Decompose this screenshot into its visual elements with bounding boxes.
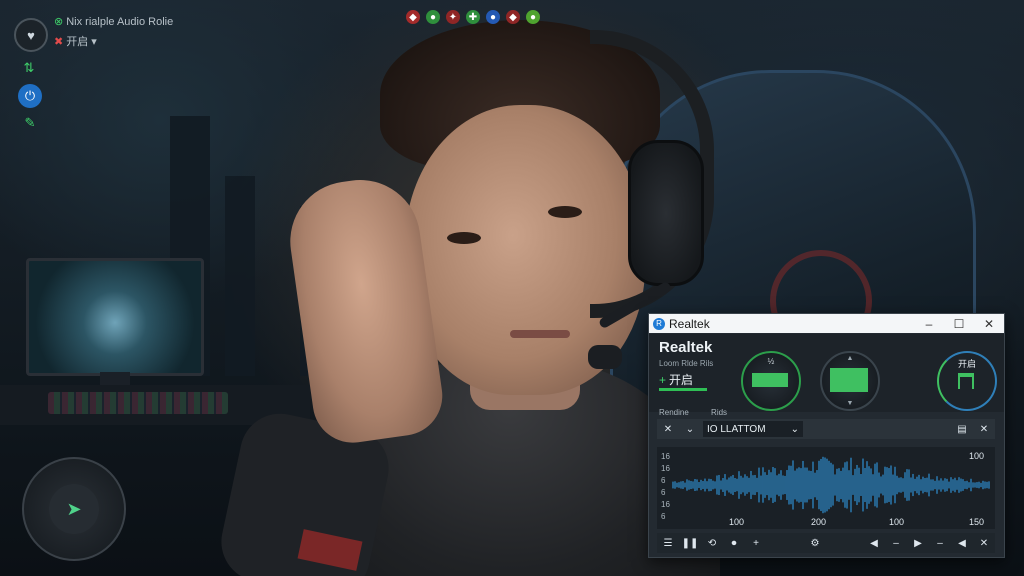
tab-strip: Rendine Rids [659,408,747,417]
headset-ear-cup [628,140,704,286]
realtek-window: R Realtek – ☐ ✕ Realtek Loom Rlde Rils +… [648,313,1005,558]
subtitle-label: Loom Rlde Rils [659,359,714,368]
waveform-axis-label: 16 [661,500,670,509]
waveform-axis-label: 6 [661,512,666,521]
monitor-screen [26,258,204,376]
playback-controls: ☰ ❚❚ ⟲ ⏺ + ⚙ ◀ – ▶ – ◀ ✕ [657,533,995,553]
waveform-axis-label: 6 [661,476,666,485]
pause-icon[interactable]: ❚❚ [679,538,701,549]
minus-icon[interactable]: – [885,538,907,549]
toggle-label: 开启 [669,373,694,387]
headset-mic [588,345,622,369]
enable-toggle[interactable]: + 开启 [659,371,693,388]
speaker-icon[interactable]: ◀ [863,538,885,549]
plus-icon: + [659,373,667,387]
close-icon[interactable]: ✕ [973,424,995,435]
volume-knob-fill [752,373,788,387]
hud-status: 开启 [66,36,89,48]
city-tower [225,176,255,376]
settings-icon[interactable]: ⚙ [804,538,826,549]
gain-knob-fill [830,368,868,392]
chevron-up-icon: ▲ [846,355,854,362]
waveform-panel: 16 16 6 6 16 6 100 100 200 100 150 [657,447,995,529]
record-icon[interactable]: ⏺ [723,538,745,549]
gain-knob[interactable]: ▲ ▼ [820,351,880,411]
waveform-x-label: 100 [729,517,744,527]
status-dot-icon: ⊗ [54,16,64,28]
leaf-icon[interactable]: ● [526,10,540,24]
person-eye [548,206,582,218]
minus-icon[interactable]: – [929,538,951,549]
brand-label: Realtek [659,339,713,356]
waveform-max-label: 100 [969,451,984,461]
flag-icon: ✖ [54,36,64,48]
enable-dial-label: 开启 [957,359,976,369]
minimize-button[interactable]: – [914,317,944,331]
enable-dial[interactable]: 开启 [937,351,997,411]
person-mouth [510,330,570,338]
close-button[interactable]: ✕ [974,317,1004,331]
chevron-down-icon: ▼ [846,400,854,407]
loop-icon[interactable]: ⟲ [701,538,723,549]
menu-icon[interactable]: ☰ [657,538,679,549]
waveform-axis-label: 16 [661,452,670,461]
waveform-x-label: 100 [889,517,904,527]
waveform-x-label: 200 [811,517,826,527]
hud-header: ⊗ Nix rialple Audio Rolie ✖ 开启 ▾ [54,16,174,48]
hud-title: Nix rialple Audio Rolie [66,16,174,28]
device-dropdown-value: IO LLATTOM [707,423,766,435]
orb-icon[interactable]: ● [486,10,500,24]
realtek-logo-icon: R [653,317,665,330]
star-icon[interactable]: ✦ [446,10,460,24]
window-titlebar: R Realtek – ☐ ✕ [649,314,1004,333]
wrench-icon[interactable]: ✎ [20,113,40,133]
volume-icon[interactable]: ◀ [951,538,973,549]
list-icon[interactable]: ▤ [951,424,973,435]
chevron-down-icon: ⌄ [790,423,799,435]
person-eye [447,232,481,244]
waveform-axis-label: 6 [661,488,666,497]
play-icon[interactable]: ▶ [907,538,929,549]
volume-knob[interactable]: ½ [741,351,801,411]
mute-icon[interactable]: ✕ [973,538,995,549]
tab-rids[interactable]: Rids [711,408,727,417]
waveform-chart: 16 16 6 6 16 6 100 100 200 100 150 [661,451,990,527]
plus-icon[interactable]: ✚ [466,10,480,24]
controls-panel: Realtek Loom Rlde Rils + 开启 ½ ▲ ▼ 开启 [649,334,1004,412]
keyboard [48,392,228,414]
volume-knob-label: ½ [767,357,775,366]
close-icon[interactable]: ✕ [657,424,679,435]
power-icon[interactable]: ⏻ [18,84,42,108]
tab-rendine[interactable]: Rendine [659,408,689,417]
plus-icon[interactable]: + [745,538,767,549]
window-title: Realtek [669,316,710,331]
top-icon-bar: ◆ ● ✦ ✚ ● ◆ ● [406,10,540,24]
shield-icon[interactable]: ◆ [406,10,420,24]
heart-icon[interactable]: ♥ [14,18,48,52]
waveform-x-label: 150 [969,517,984,527]
compass-icon[interactable]: ➤ [49,484,99,534]
virtual-joystick[interactable]: ➤ [22,457,126,561]
dial-leg [972,377,974,389]
waveform-axis-label: 16 [661,464,670,473]
leaf-icon[interactable]: ● [426,10,440,24]
device-dropdown[interactable]: IO LLATTOM ⌄ [703,421,803,437]
device-selector-bar: ✕ ⌄ IO LLATTOM ⌄ ▤ ✕ [657,419,995,439]
maximize-button[interactable]: ☐ [944,317,974,331]
signal-icon[interactable]: ⇅ [19,58,39,78]
gem-icon[interactable]: ◆ [506,10,520,24]
toggle-indicator [659,388,707,391]
dial-leg [958,377,960,389]
chevron-down-icon[interactable]: ⌄ [679,424,701,435]
